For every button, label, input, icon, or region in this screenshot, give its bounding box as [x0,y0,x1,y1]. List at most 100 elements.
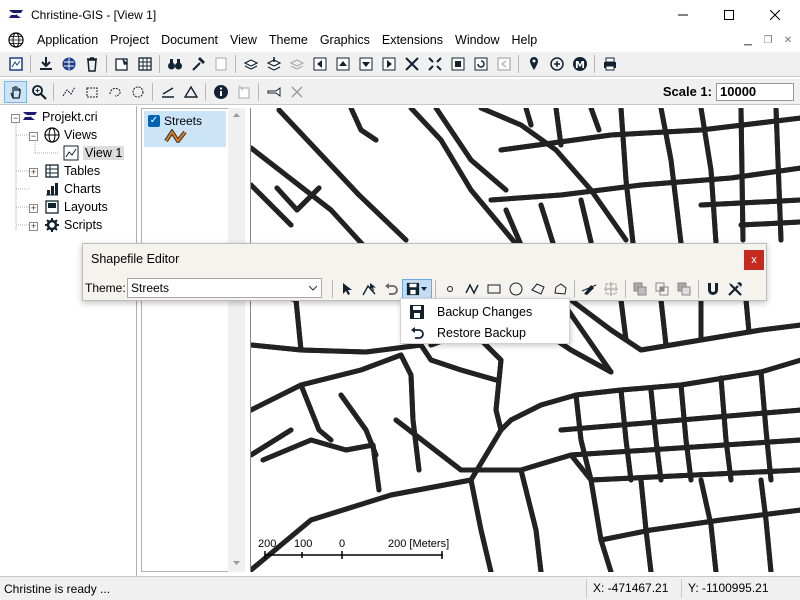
menu-item-backup-changes[interactable]: Backup Changes [401,301,569,322]
close-button[interactable] [752,0,798,30]
tools-button[interactable] [724,279,746,300]
expander-project[interactable]: − [11,114,20,123]
mdi-close-button[interactable]: ✕ [780,33,796,47]
zoom-full-button[interactable] [400,53,423,75]
subtract-button[interactable] [673,279,695,300]
snap-button[interactable] [600,279,622,300]
menu-item-restore-backup[interactable]: Restore Backup [401,322,569,343]
gps-button[interactable]: M [568,53,591,75]
print-button[interactable] [598,53,621,75]
select-vertex-button[interactable] [57,81,80,103]
select-lasso-button[interactable] [103,81,126,103]
tree-item-layouts[interactable]: Layouts [44,198,108,216]
move-down-button[interactable] [354,53,377,75]
draw-circle-button[interactable] [505,279,527,300]
expander-scripts[interactable]: + [29,222,38,231]
layer-button-3[interactable] [285,53,308,75]
zoom-tool-button[interactable] [27,81,50,103]
undo-icon [411,326,424,339]
editor-select-button[interactable] [336,279,358,300]
theme-select[interactable]: Streets [127,278,322,298]
tree-item-charts[interactable]: Charts [44,180,101,198]
close-icon [770,10,780,20]
union-button[interactable] [629,279,651,300]
minimize-button[interactable] [660,0,706,30]
move-up-button[interactable] [331,53,354,75]
draw-freehand-button[interactable] [549,279,571,300]
expander-layouts[interactable]: + [29,204,38,213]
scroll-down-icon[interactable] [228,556,245,570]
globe-icon[interactable] [8,32,24,48]
menu-document[interactable]: Document [155,30,224,50]
select-box-icon [86,87,97,97]
tree-item-tables[interactable]: Tables [44,162,100,180]
properties-button[interactable] [110,53,133,75]
globe-button[interactable] [57,53,80,75]
app-logo-icon [9,10,23,18]
page-button[interactable] [209,53,232,75]
editor-undo-button[interactable] [380,279,402,300]
mdi-restore-button[interactable]: ❐ [760,33,776,47]
label-button[interactable] [262,81,285,103]
draw-polygon-button[interactable] [527,279,549,300]
pan-tool-button[interactable] [4,80,27,103]
split-button[interactable] [578,279,600,300]
scroll-up-icon[interactable] [228,108,245,122]
hotlink-button[interactable] [545,53,568,75]
backup-split-button[interactable] [402,278,432,300]
legend-scrollbar[interactable] [228,108,245,572]
editor-vertex-button[interactable] [358,279,380,300]
maximize-button[interactable] [706,0,752,30]
hotlink-tool-button[interactable] [232,81,255,103]
tree-item-scripts[interactable]: Scripts [44,216,102,234]
menu-application[interactable]: Application [31,30,104,50]
magnet-icon [708,283,718,295]
menu-help[interactable]: Help [505,30,543,50]
menu-view[interactable]: View [224,30,263,50]
legend-item-streets[interactable]: ✓ Streets [144,111,226,147]
menu-theme[interactable]: Theme [263,30,314,50]
add-theme-button[interactable] [34,53,57,75]
select-circle-button[interactable] [126,81,149,103]
menu-extensions[interactable]: Extensions [376,30,449,50]
mdi-minimize-button[interactable]: ▁ [740,33,756,47]
scale-input[interactable]: 10000 [716,83,794,101]
move-last-button[interactable] [377,53,400,75]
find-button[interactable] [163,53,186,75]
move-first-button[interactable] [308,53,331,75]
menu-project[interactable]: Project [104,30,155,50]
magnet-button[interactable] [702,279,724,300]
dialog-close-button[interactable]: x [744,250,764,270]
legend-checkbox[interactable]: ✓ [148,115,160,127]
expander-tables[interactable]: + [29,168,38,177]
draw-line-button[interactable] [461,279,483,300]
table-button[interactable] [133,53,156,75]
tree-item-views[interactable]: Views [44,126,97,144]
layer-button-2[interactable] [262,53,285,75]
tree-item-project[interactable]: Projekt.cri [22,108,98,126]
tree-item-view1[interactable]: View 1 [63,144,125,162]
zoom-active-button[interactable] [446,53,469,75]
table-icon [137,57,152,71]
extent-button[interactable] [4,53,27,75]
pin-button[interactable] [522,53,545,75]
zoom-prev-button[interactable] [492,53,515,75]
area-button[interactable] [179,81,202,103]
menu-graphics[interactable]: Graphics [314,30,376,50]
measure-icon [161,86,174,98]
select-box-button[interactable] [80,81,103,103]
refresh-button[interactable] [469,53,492,75]
cursor-disabled-button[interactable] [285,81,308,103]
identify-button[interactable] [209,81,232,103]
menu-window[interactable]: Window [449,30,505,50]
restore-backup-label: Restore Backup [437,325,526,340]
draw-rectangle-button[interactable] [483,279,505,300]
measure-button[interactable] [156,81,179,103]
intersect-button[interactable] [651,279,673,300]
zoom-extent-button[interactable] [423,53,446,75]
expander-views[interactable]: − [29,132,38,141]
delete-button[interactable] [80,53,103,75]
layer-button-1[interactable] [239,53,262,75]
hammer-button[interactable] [186,53,209,75]
draw-point-button[interactable] [439,279,461,300]
